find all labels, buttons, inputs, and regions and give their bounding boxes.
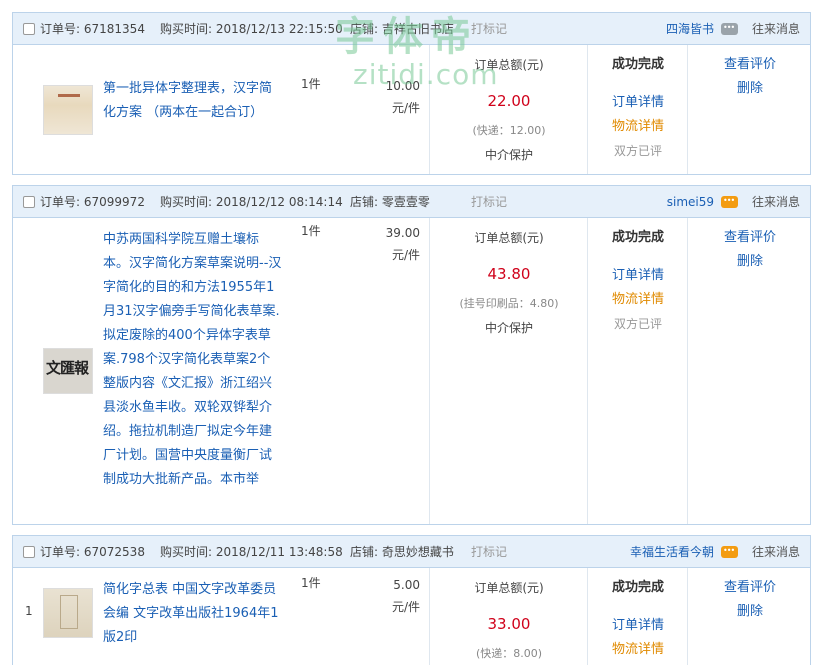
order-body: 第一批异体字整理表，汉字简化方案 （两本在一起合订） 1件 10.00 元/件 订… <box>13 45 810 174</box>
messages-link[interactable]: 往来消息 <box>752 536 800 568</box>
order-number: 订单号: 67072538 <box>40 545 145 559</box>
operations-column: 查看评价 删除 <box>688 576 812 624</box>
order-number: 订单号: 67181354 <box>40 22 145 36</box>
status-column: 成功完成 订单详情 物流详情 <box>588 578 688 660</box>
shipping-fee: (快递：8.00) <box>475 647 543 660</box>
order-card: 订单号: 67181354 购买时间: 2018/12/13 22:15:50 … <box>12 12 811 175</box>
total-column: 订单总额(元) 43.80 (挂号印刷品：4.80) 中介保护 <box>431 228 587 338</box>
total-label: 订单总额(元) <box>474 231 544 245</box>
mark-link[interactable]: 打标记 <box>471 186 507 218</box>
quantity: 1件 <box>301 576 321 590</box>
order-status: 成功完成 <box>611 230 664 245</box>
delete-link[interactable]: 删除 <box>688 77 812 101</box>
total-label: 订单总额(元) <box>474 58 544 72</box>
mark-link[interactable]: 打标记 <box>471 536 507 568</box>
total-column: 订单总额(元) 22.00 (快递：12.00) 中介保护 <box>431 55 587 165</box>
total-amount: 43.80 <box>487 265 531 283</box>
purchase-time: 购买时间: 2018/12/11 13:48:58 <box>160 545 343 559</box>
status-column: 成功完成 订单详情 物流详情 双方已评 <box>588 228 688 334</box>
unit-price: 5.00 元/件 <box>391 578 420 614</box>
total-column: 订单总额(元) 33.00 (快递：8.00) <box>431 578 587 664</box>
order-checkbox[interactable] <box>23 23 35 35</box>
product-thumbnail[interactable] <box>43 588 93 638</box>
purchase-time: 购买时间: 2018/12/12 08:14:14 <box>160 195 343 209</box>
seller-name[interactable]: simei59 <box>667 186 714 218</box>
shop-name[interactable]: 店铺: 零壹壹零 <box>350 186 430 218</box>
operations-column: 查看评价 删除 <box>688 53 812 101</box>
row-number: 1 <box>25 604 33 618</box>
rating-status: 双方已评 <box>613 317 662 331</box>
message-icon[interactable] <box>721 12 738 44</box>
unit-price: 39.00 元/件 <box>385 226 420 262</box>
view-review-link[interactable]: 查看评价 <box>688 226 812 250</box>
shipping-fee: (挂号印刷品：4.80) <box>459 297 559 310</box>
quantity: 1件 <box>301 224 321 238</box>
escrow-protection: 中介保护 <box>484 321 533 335</box>
order-status: 成功完成 <box>611 57 664 72</box>
quantity: 1件 <box>301 77 321 91</box>
operations-column: 查看评价 删除 <box>688 226 812 274</box>
order-detail-link[interactable]: 订单详情 <box>588 616 688 636</box>
rating-status: 双方已评 <box>613 144 662 158</box>
view-review-link[interactable]: 查看评价 <box>688 53 812 77</box>
messages-link[interactable]: 往来消息 <box>752 186 800 218</box>
message-icon[interactable] <box>721 535 738 567</box>
purchase-time: 购买时间: 2018/12/13 22:15:50 <box>160 22 343 36</box>
delete-link[interactable]: 删除 <box>688 250 812 274</box>
order-detail-link[interactable]: 订单详情 <box>588 93 688 113</box>
total-label: 订单总额(元) <box>474 581 544 595</box>
product-title[interactable]: 中苏两国科学院互赠土壤标本。汉字简化方案草案说明--汉字简化的目的和方法1955… <box>103 228 283 492</box>
shipping-fee: (快递：12.00) <box>472 124 546 137</box>
escrow-protection: 中介保护 <box>484 148 533 162</box>
logistics-link[interactable]: 物流详情 <box>588 640 688 660</box>
messages-link[interactable]: 往来消息 <box>752 13 800 45</box>
shop-name[interactable]: 店铺: 吉祥古旧书店 <box>350 13 454 45</box>
delete-link[interactable]: 删除 <box>688 600 812 624</box>
order-card: 订单号: 67072538 购买时间: 2018/12/11 13:48:58 … <box>12 535 811 665</box>
shop-name[interactable]: 店铺: 奇思妙想藏书 <box>350 536 454 568</box>
product-thumbnail[interactable] <box>43 85 93 135</box>
product-title[interactable]: 第一批异体字整理表，汉字简化方案 （两本在一起合订） <box>103 77 283 125</box>
mark-link[interactable]: 打标记 <box>471 13 507 45</box>
order-header: 订单号: 67072538 购买时间: 2018/12/11 13:48:58 … <box>13 535 810 568</box>
order-body: 1 简化字总表 中国文字改革委员会编 文字改革出版社1964年1版2印 1件 5… <box>13 568 810 665</box>
order-number: 订单号: 67099972 <box>40 195 145 209</box>
unit-price: 10.00 元/件 <box>385 79 420 115</box>
seller-name[interactable]: 四海皆书 <box>666 13 714 45</box>
logistics-link[interactable]: 物流详情 <box>588 290 688 310</box>
view-review-link[interactable]: 查看评价 <box>688 576 812 600</box>
total-amount: 33.00 <box>487 615 531 633</box>
order-body: 文匯報 中苏两国科学院互赠土壤标本。汉字简化方案草案说明--汉字简化的目的和方法… <box>13 218 810 524</box>
order-header: 订单号: 67099972 购买时间: 2018/12/12 08:14:14 … <box>13 185 810 218</box>
order-card: 订单号: 67099972 购买时间: 2018/12/12 08:14:14 … <box>12 185 811 525</box>
product-thumbnail[interactable]: 文匯報 <box>43 348 93 394</box>
order-detail-link[interactable]: 订单详情 <box>588 266 688 286</box>
logistics-link[interactable]: 物流详情 <box>588 117 688 137</box>
message-icon[interactable] <box>721 185 738 217</box>
status-column: 成功完成 订单详情 物流详情 双方已评 <box>588 55 688 161</box>
order-status: 成功完成 <box>611 580 664 595</box>
seller-name[interactable]: 幸福生活看今朝 <box>630 536 714 568</box>
total-amount: 22.00 <box>487 92 531 110</box>
order-checkbox[interactable] <box>23 546 35 558</box>
order-header: 订单号: 67181354 购买时间: 2018/12/13 22:15:50 … <box>13 12 810 45</box>
product-title[interactable]: 简化字总表 中国文字改革委员会编 文字改革出版社1964年1版2印 <box>103 578 283 650</box>
order-checkbox[interactable] <box>23 196 35 208</box>
